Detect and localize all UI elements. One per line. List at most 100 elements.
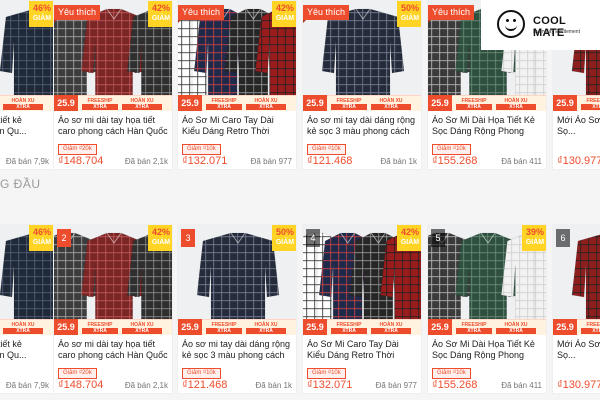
freeship-tag-bottom: XTRA: [331, 328, 367, 334]
product-title[interactable]: Áo sơ mi dài tay họa tiết caro phong các…: [58, 339, 168, 361]
discount-badge: 50% GIẢM: [272, 225, 296, 251]
product-image[interactable]: 3 50% GIẢM 25.9 FREESHIP XTRA HOÀN XU XTRA: [178, 225, 296, 335]
product-image[interactable]: 4 42% GIẢM 25.9 FREESHIP XTRA HOÀN XU XTRA: [303, 225, 421, 335]
section-title: G ĐẦU: [0, 177, 41, 191]
freeship-tag-bottom: XTRA: [82, 104, 118, 110]
refund-tag-bottom: XTRA: [496, 104, 536, 110]
product-title[interactable]: Mới Áo Sơ Mi Rộng Kẻ Sọ...: [557, 115, 600, 137]
product-info: Áo Sơ Mi Họa tiết kẻ phong cách Hàn Qu..…: [0, 335, 53, 393]
promo-strip: 25.9FREESHIPXTRAHOÀN XUXTRA: [0, 319, 53, 335]
voucher-tag: Giảm ₫10k: [432, 144, 471, 155]
product-card[interactable]: 6 25.9FREESHIPXTRAHOÀN XUXTRA Mới Áo Sơ Mi…: [552, 224, 600, 394]
product-info: Áo Sơ Mi Họa tiết kẻ phong cách Hàn Qu..…: [0, 111, 53, 169]
product-price: ₫130.977: [557, 379, 600, 391]
sold-count: Đã bán 2,1k: [124, 157, 168, 166]
product-image[interactable]: Yêu thích 50% GIẢM 25.9 FREESHIP XTRA HOÀN XU X…: [303, 1, 421, 111]
product-title[interactable]: Áo sơ mi tay dài dáng rộng kẻ sọc 3 màu …: [182, 339, 292, 361]
discount-percent: 42%: [151, 3, 170, 13]
product-title[interactable]: Áo Sơ Mi Dài Họa Tiết Kẻ Sọc Dáng Rộng P…: [432, 339, 542, 361]
discount-percent: 50%: [400, 3, 419, 13]
product-card[interactable]: 146%GIẢM25.9FREESHIPXTRAHOÀN XUXTRAÁo Sơ…: [0, 224, 54, 394]
promo-number: 25.9: [54, 95, 78, 111]
product-info: Mới Áo Sơ Mi Rộng Kẻ Sọ...₫130.977Đã bán: [553, 335, 600, 393]
product-title[interactable]: Áo Sơ Mi Họa tiết kẻ phong cách Hàn Qu..…: [0, 339, 49, 361]
product-card[interactable]: Yêu thích 42% GIẢM 25.9 FREESHIP XTRA HOÀN XU X…: [53, 0, 173, 170]
refund-tag: HOÀN XU XTRA: [122, 98, 162, 110]
discount-label: GIẢM: [151, 15, 171, 22]
discount-badge: 42% GIẢM: [272, 1, 296, 27]
promo-bar: FREESHIPXTRAHOÀN XUXTRA: [0, 319, 53, 335]
refund-tag: HOÀN XU XTRA: [371, 98, 411, 110]
product-card[interactable]: Yêu thích 50% GIẢM 25.9 FREESHIP XTRA HOÀN XU X…: [302, 0, 422, 170]
product-card[interactable]: 4 42% GIẢM 25.9 FREESHIP XTRA HOÀN XU XTRA Áo Sơ…: [302, 224, 422, 394]
product-card[interactable]: 46% GIẢM 25.9FREESHIPXTRAHOÀN XUXTRA Áo Sơ …: [0, 0, 54, 170]
promo-number: 25.9: [553, 319, 577, 335]
product-image[interactable]: 5 39% GIẢM 25.9 FREESHIP XTRA HOÀN XU XTRA: [428, 225, 546, 335]
sold-count: Đã bán 977: [250, 157, 292, 166]
refund-tag-bottom: XTRA: [246, 328, 286, 334]
promo-bar: FREESHIPXTRAHOÀN XUXTRA: [577, 319, 600, 335]
promo-strip: 25.9FREESHIPXTRAHOÀN XUXTRA: [428, 95, 546, 111]
refund-tag-bottom: XTRA: [3, 328, 43, 334]
favorite-badge: Yêu thích: [303, 5, 350, 23]
voucher-tag: Giảm ₫10k: [307, 368, 346, 379]
product-title[interactable]: Áo Sơ Mi Caro Tay Dài Kiểu Dáng Retro Th…: [182, 115, 292, 137]
refund-tag-bottom: XTRA: [371, 328, 411, 334]
product-card[interactable]: 2 42% GIẢM 25.9 FREESHIP XTRA HOÀN XU XTRA Áo sơ…: [53, 224, 173, 394]
discount-label: GIẢM: [525, 239, 545, 246]
refund-tag: HOÀN XU XTRA: [3, 322, 43, 334]
promo-bar: FREESHIPXTRAHOÀN XUXTRA: [327, 95, 421, 111]
refund-tag: HOÀN XU XTRA: [3, 98, 43, 110]
discount-label: GIẢM: [400, 15, 420, 22]
product-title[interactable]: Mới Áo Sơ Mi Rộng Kẻ Sọ...: [557, 339, 600, 361]
refund-tag: HOÀN XU XTRA: [371, 322, 411, 334]
refund-tag: HOÀN XU XTRA: [496, 98, 536, 110]
discount-badge: 46% GIẢM: [29, 225, 53, 251]
product-title[interactable]: Áo Sơ Mi Caro Tay Dài Kiểu Dáng Retro Th…: [307, 339, 417, 361]
refund-tag-bottom: XTRA: [371, 104, 411, 110]
product-image[interactable]: Yêu thích 42% GIẢM 25.9 FREESHIP XTRA HOÀN XU X…: [178, 1, 296, 111]
promo-bar: FREESHIPXTRAHOÀN XUXTRA: [452, 319, 546, 335]
promo-number: 25.9: [178, 95, 202, 111]
promo-bar: FREESHIPXTRAHOÀN XUXTRA: [202, 319, 296, 335]
freeship-tag: FREESHIPXTRA: [331, 322, 367, 334]
product-card[interactable]: 3 50% GIẢM 25.9 FREESHIP XTRA HOÀN XU XTRA Áo sơ…: [177, 224, 297, 394]
sold-count: Đã bán 1k: [255, 381, 292, 390]
product-info: Áo Sơ Mi Dài Họa Tiết Kẻ Sọc Dáng Rộng P…: [428, 335, 546, 393]
discount-label: GIẢM: [151, 239, 171, 246]
freeship-tag-bottom: XTRA: [206, 328, 242, 334]
sold-count: Đã bán 977: [375, 381, 417, 390]
product-card[interactable]: Yêu thích 42% GIẢM 25.9 FREESHIP XTRA HOÀN XU X…: [177, 0, 297, 170]
product-image[interactable]: 2 42% GIẢM 25.9 FREESHIP XTRA HOÀN XU XTRA: [54, 225, 172, 335]
product-title[interactable]: Áo sơ mi dài tay họa tiết caro phong các…: [58, 115, 168, 137]
product-title[interactable]: Áo Sơ Mi Dài Họa Tiết Kẻ Sọc Dáng Rộng P…: [432, 115, 542, 137]
voucher-tag: Giảm ₫10k: [182, 368, 221, 379]
product-image[interactable]: 6 25.9FREESHIPXTRAHOÀN XUXTRA: [553, 225, 600, 335]
discount-badge: 42% GIẢM: [148, 1, 172, 27]
discount-label: GIẢM: [400, 239, 420, 246]
promo-strip: 25.9FREESHIPXTRAHOÀN XUXTRA: [0, 95, 53, 111]
discount-percent: 50%: [275, 227, 294, 237]
product-card[interactable]: 5 39% GIẢM 25.9 FREESHIP XTRA HOÀN XU XTRA Áo Sơ…: [427, 224, 547, 394]
promo-bar: FREESHIPXTRAHOÀN XUXTRA: [78, 95, 172, 111]
product-image[interactable]: 46% GIẢM 25.9FREESHIPXTRAHOÀN XUXTRA: [0, 1, 53, 111]
discount-badge: 46% GIẢM: [29, 1, 53, 27]
voucher-tag: Giảm ₫10k: [307, 144, 346, 155]
refund-tag: HOÀN XU XTRA: [122, 322, 162, 334]
product-price: ₫148.704: [58, 155, 104, 167]
promo-bar: FREESHIPXTRAHOÀN XUXTRA: [0, 95, 53, 111]
promo-number: 25.9: [553, 95, 577, 111]
promo-strip: 25.9FREESHIPXTRAHOÀN XUXTRA: [553, 95, 600, 111]
product-image[interactable]: 146%GIẢM25.9FREESHIPXTRAHOÀN XUXTRA: [0, 225, 53, 335]
product-title[interactable]: Áo Sơ Mi Họa tiết kẻ phong cách Hàn Qu..…: [0, 115, 49, 137]
rank-badge: 4: [306, 229, 320, 247]
refund-tag-bottom: XTRA: [122, 328, 162, 334]
product-image[interactable]: Yêu thích 42% GIẢM 25.9 FREESHIP XTRA HOÀN XU X…: [54, 1, 172, 111]
product-title[interactable]: Áo sơ mi tay dài dáng rộng kẻ sọc 3 màu …: [307, 115, 417, 137]
product-price: ₫130.977: [557, 155, 600, 167]
rank-badge: 2: [57, 229, 71, 247]
voucher-tag: Giảm ₫10k: [182, 144, 221, 155]
promo-bar: FREESHIPXTRAHOÀN XUXTRA: [78, 319, 172, 335]
refund-tag-bottom: XTRA: [496, 328, 536, 334]
freeship-tag: FREESHIPXTRA: [581, 322, 600, 334]
